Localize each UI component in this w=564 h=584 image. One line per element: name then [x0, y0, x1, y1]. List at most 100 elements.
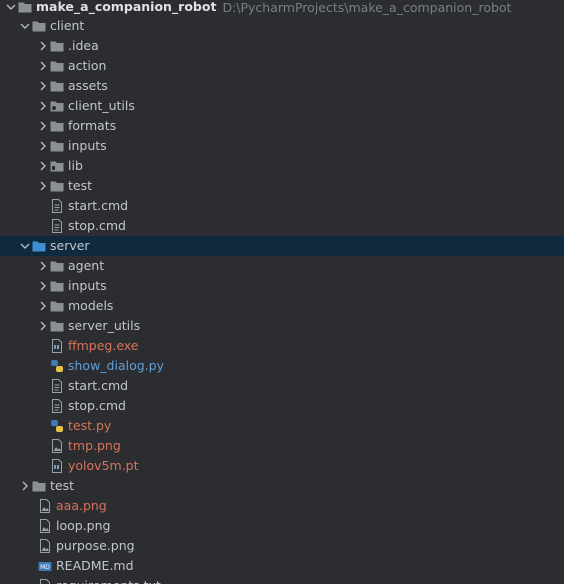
tree-label: formats — [68, 118, 117, 133]
tree-row-file[interactable]: yolov5m.pt — [0, 456, 564, 476]
python-file-icon — [50, 419, 64, 433]
tree-row-file[interactable]: requirements.txt — [0, 576, 564, 584]
tree-row-folder[interactable]: inputs — [0, 136, 564, 156]
tree-label: server_utils — [68, 318, 141, 333]
tree-row-file[interactable]: start.cmd — [0, 376, 564, 396]
folder-icon — [18, 0, 32, 14]
tree-label: ffmpeg.exe — [68, 338, 139, 353]
tree-label: stop.cmd — [68, 218, 126, 233]
tree-row-folder[interactable]: server_utils — [0, 316, 564, 336]
tree-row-folder[interactable]: action — [0, 56, 564, 76]
tree-row-folder[interactable]: assets — [0, 76, 564, 96]
project-tree: make_a_companion_robot D:\PycharmProject… — [0, 0, 564, 584]
folder-icon — [50, 279, 64, 293]
tree-row-file[interactable]: aaa.png — [0, 496, 564, 516]
tree-row-folder[interactable]: lib — [0, 156, 564, 176]
tree-row-file[interactable]: stop.cmd — [0, 216, 564, 236]
tree-label: test — [68, 178, 93, 193]
image-file-icon — [38, 539, 52, 553]
chevron-right-icon[interactable] — [36, 156, 50, 176]
tree-row-folder[interactable]: test — [0, 476, 564, 496]
folder-icon — [32, 479, 46, 493]
image-file-icon — [50, 439, 64, 453]
tree-label: inputs — [68, 138, 107, 153]
chevron-right-icon[interactable] — [18, 476, 32, 496]
chevron-right-icon[interactable] — [36, 36, 50, 56]
package-folder-icon — [50, 99, 64, 113]
tree-label: aaa.png — [56, 498, 107, 513]
tree-label: show_dialog.py — [68, 358, 164, 373]
chevron-right-icon[interactable] — [36, 136, 50, 156]
chevron-right-icon[interactable] — [36, 316, 50, 336]
tree-label: yolov5m.pt — [68, 458, 139, 473]
tree-label: inputs — [68, 278, 107, 293]
tree-row-file[interactable]: show_dialog.py — [0, 356, 564, 376]
tree-row-folder[interactable]: client_utils — [0, 96, 564, 116]
folder-icon — [50, 299, 64, 313]
tree-row-file[interactable]: test.py — [0, 416, 564, 436]
chevron-right-icon[interactable] — [36, 176, 50, 196]
image-file-icon — [38, 519, 52, 533]
chevron-right-icon[interactable] — [36, 276, 50, 296]
folder-icon — [50, 79, 64, 93]
project-path: D:\PycharmProjects\make_a_companion_robo… — [222, 0, 512, 15]
chevron-right-icon[interactable] — [36, 116, 50, 136]
tree-row-file[interactable]: purpose.png — [0, 536, 564, 556]
markdown-file-icon: MD — [38, 559, 52, 573]
tree-row-folder[interactable]: models — [0, 296, 564, 316]
chevron-right-icon[interactable] — [36, 296, 50, 316]
tree-row-file[interactable]: MD README.md — [0, 556, 564, 576]
text-file-icon — [50, 199, 64, 213]
folder-icon — [32, 19, 46, 33]
tree-label: stop.cmd — [68, 398, 126, 413]
folder-icon — [32, 239, 46, 253]
package-folder-icon — [50, 159, 64, 173]
tree-row-folder[interactable]: test — [0, 176, 564, 196]
text-file-icon — [50, 399, 64, 413]
tree-label: models — [68, 298, 114, 313]
tree-label: .idea — [68, 38, 99, 53]
tree-label: lib — [68, 158, 83, 173]
tree-row-file[interactable]: stop.cmd — [0, 396, 564, 416]
tree-row-folder[interactable]: agent — [0, 256, 564, 276]
chevron-right-icon[interactable] — [36, 56, 50, 76]
tree-row-file[interactable]: tmp.png — [0, 436, 564, 456]
tree-label: test.py — [68, 418, 112, 433]
folder-icon — [50, 139, 64, 153]
image-file-icon — [38, 499, 52, 513]
tree-row-folder[interactable]: client — [0, 16, 564, 36]
binary-file-icon — [50, 459, 64, 473]
folder-icon — [50, 319, 64, 333]
tree-label: server — [50, 238, 90, 253]
tree-row-folder[interactable]: .idea — [0, 36, 564, 56]
chevron-right-icon[interactable] — [36, 256, 50, 276]
chevron-down-icon[interactable] — [4, 0, 18, 17]
tree-row-root[interactable]: make_a_companion_robot D:\PycharmProject… — [0, 0, 564, 17]
tree-label: loop.png — [56, 518, 111, 533]
tree-row-folder[interactable]: formats — [0, 116, 564, 136]
folder-icon — [50, 59, 64, 73]
folder-icon — [50, 259, 64, 273]
folder-icon — [50, 179, 64, 193]
chevron-right-icon[interactable] — [36, 76, 50, 96]
tree-row-file[interactable]: ffmpeg.exe — [0, 336, 564, 356]
chevron-down-icon[interactable] — [18, 16, 32, 36]
text-file-icon — [50, 379, 64, 393]
folder-icon — [50, 119, 64, 133]
chevron-down-icon[interactable] — [18, 236, 32, 256]
tree-label: client — [50, 18, 85, 33]
tree-row-file[interactable]: loop.png — [0, 516, 564, 536]
tree-label: start.cmd — [68, 198, 129, 213]
tree-label: purpose.png — [56, 538, 135, 553]
tree-row-folder[interactable]: inputs — [0, 276, 564, 296]
tree-label: client_utils — [68, 98, 135, 113]
tree-label: README.md — [56, 558, 134, 573]
text-file-icon — [50, 219, 64, 233]
tree-row-folder-selected[interactable]: server — [0, 236, 564, 256]
project-name: make_a_companion_robot — [36, 0, 217, 14]
tree-label: tmp.png — [68, 438, 121, 453]
tree-label: start.cmd — [68, 378, 129, 393]
tree-row-file[interactable]: start.cmd — [0, 196, 564, 216]
chevron-right-icon[interactable] — [36, 96, 50, 116]
folder-icon — [50, 39, 64, 53]
